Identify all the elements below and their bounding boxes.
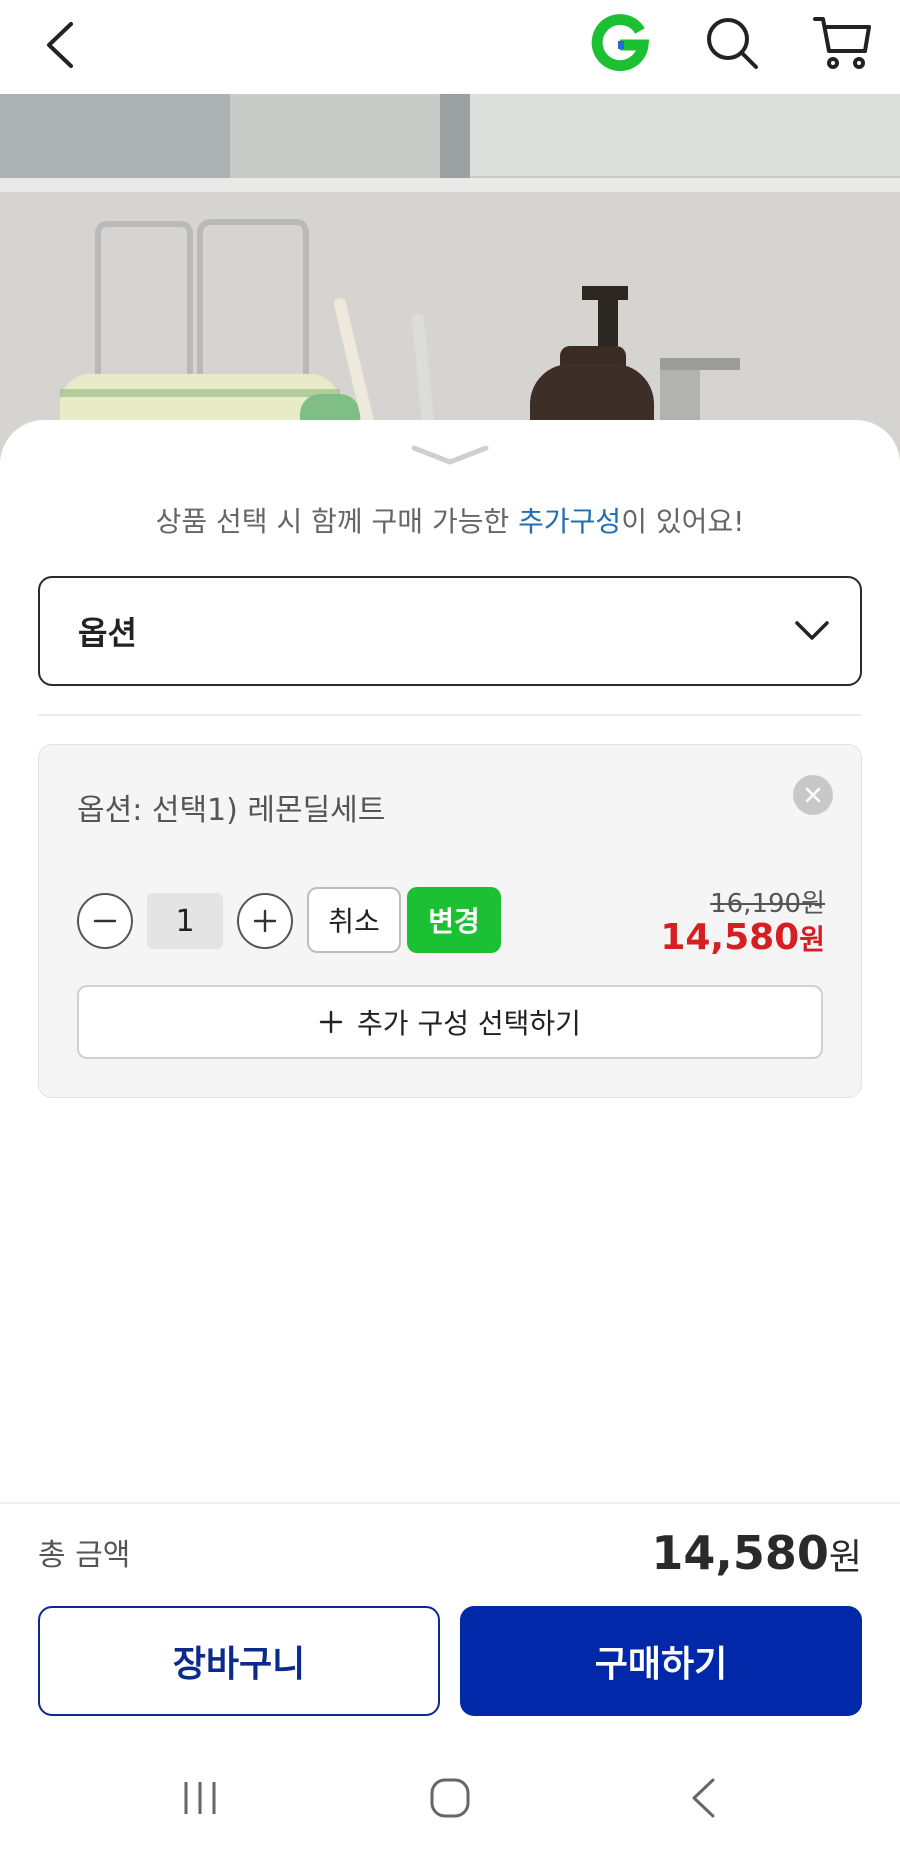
- sale-price-amount: 14,580: [660, 917, 800, 958]
- add-config-label: 추가 구성 선택하기: [357, 1007, 581, 1040]
- top-bar: [0, 0, 900, 94]
- sheet-collapse-handle[interactable]: [408, 440, 492, 476]
- total-amount-currency: 원: [828, 1537, 862, 1578]
- gmarket-logo-button[interactable]: [585, 8, 655, 78]
- back-button[interactable]: [30, 10, 90, 80]
- plus-icon: [253, 909, 277, 933]
- nav-back-button[interactable]: [672, 1768, 736, 1828]
- change-quantity-button[interactable]: 변경: [407, 887, 501, 953]
- total-amount: 14,580원: [651, 1526, 862, 1580]
- original-price: 16,190원: [710, 889, 825, 919]
- plus-icon: [319, 1010, 343, 1034]
- notice-highlight: 추가구성: [518, 505, 622, 538]
- close-icon: [805, 787, 821, 803]
- total-label: 총 금액: [38, 1538, 131, 1573]
- quantity-increase-button[interactable]: [237, 893, 293, 949]
- footer-divider: [0, 1502, 900, 1504]
- sale-price-currency: 원: [799, 923, 825, 956]
- cart-icon: [813, 17, 871, 69]
- total-amount-value: 14,580: [651, 1526, 829, 1580]
- add-config-button[interactable]: 추가 구성 선택하기: [77, 985, 823, 1059]
- buy-now-button[interactable]: 구매하기: [460, 1606, 862, 1716]
- notice-prefix: 상품 선택 시 함께 구매 가능한: [155, 505, 519, 538]
- selected-option-card: 옵션: 선택1) 레몬딜세트 1 취소 변경 16,190원 14,580원 추…: [38, 744, 862, 1098]
- quantity-decrease-button[interactable]: [77, 893, 133, 949]
- quantity-value[interactable]: 1: [147, 893, 223, 949]
- minus-icon: [93, 919, 117, 923]
- system-nav-bar: [0, 1752, 900, 1849]
- add-config-notice: 상품 선택 시 함께 구매 가능한 추가구성이 있어요!: [0, 500, 900, 540]
- option-dropdown[interactable]: 옵션: [38, 576, 862, 686]
- chevron-down-icon: [795, 621, 829, 640]
- g-logo-icon: [591, 14, 650, 72]
- option-dropdown-label: 옵션: [78, 614, 137, 652]
- cart-button[interactable]: [808, 8, 878, 78]
- selected-option-name: 옵션: 선택1) 레몬딜세트: [77, 793, 386, 828]
- product-photo: [0, 94, 900, 474]
- nav-home-button[interactable]: [418, 1768, 482, 1828]
- divider: [38, 714, 862, 716]
- recent-apps-icon: [184, 1782, 216, 1814]
- home-icon: [430, 1778, 470, 1818]
- nav-recent-apps-button[interactable]: [168, 1768, 232, 1828]
- cancel-quantity-button[interactable]: 취소: [307, 887, 401, 953]
- notice-suffix: 이 있어요!: [621, 505, 745, 538]
- search-icon: [707, 18, 758, 69]
- add-to-cart-button[interactable]: 장바구니: [38, 1606, 440, 1716]
- back-icon: [692, 1778, 715, 1818]
- remove-option-button[interactable]: [793, 775, 833, 815]
- sale-price: 14,580원: [660, 917, 825, 958]
- search-button[interactable]: [700, 8, 764, 78]
- chevron-down-icon: [411, 445, 489, 465]
- chevron-left-icon: [47, 22, 73, 68]
